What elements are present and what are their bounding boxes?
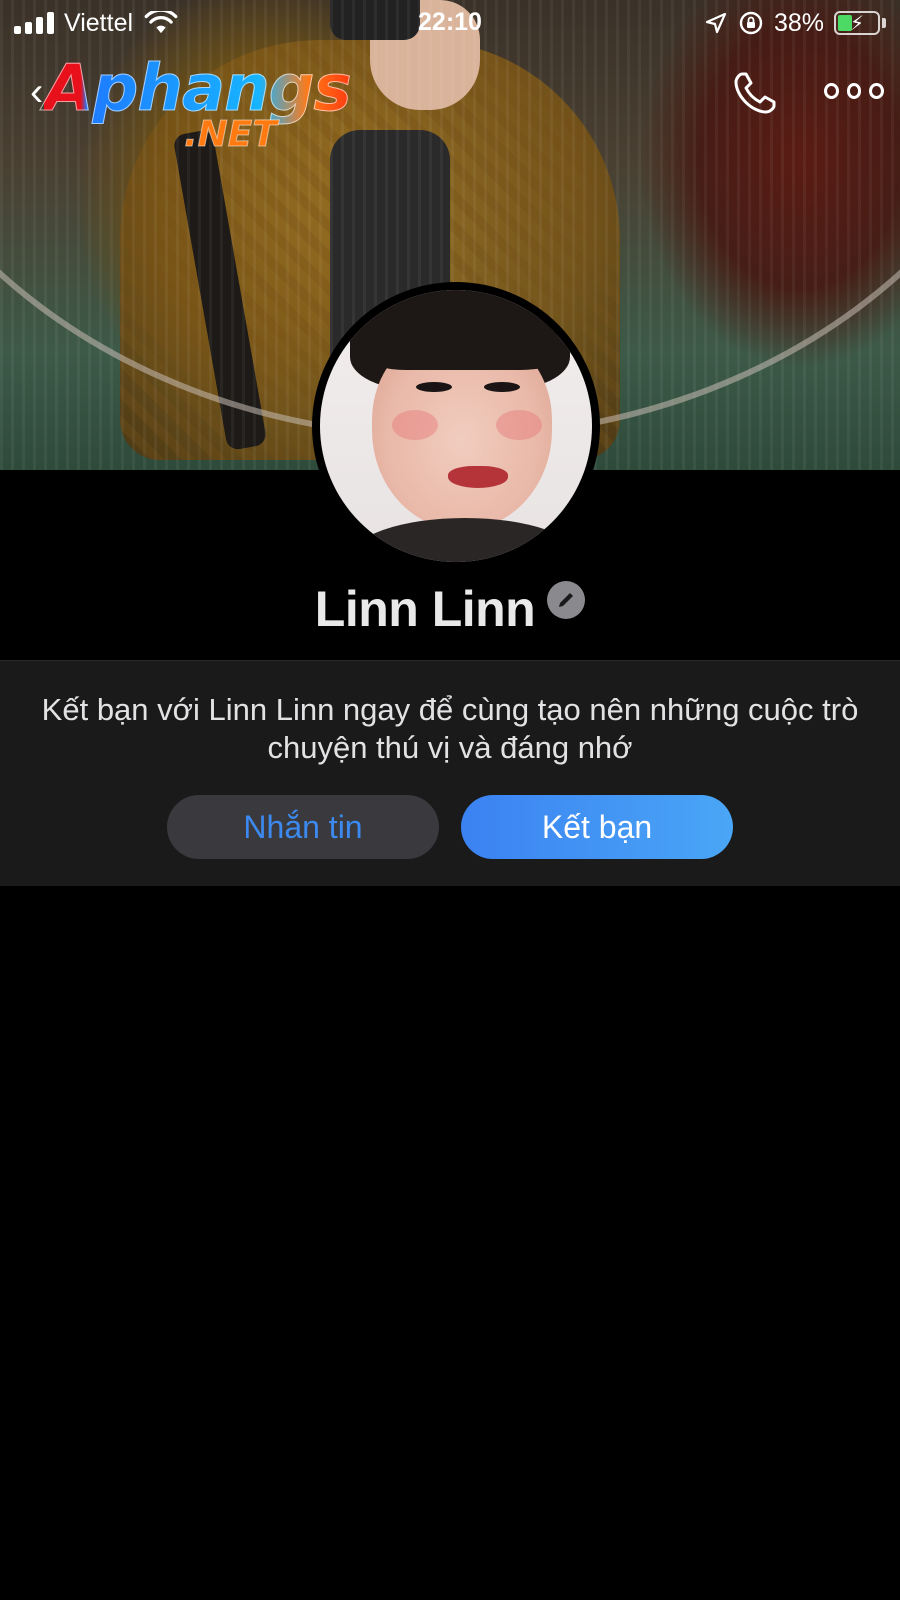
friend-suggestion-panel: Kết bạn với Linn Linn ngay để cùng tạo n…: [0, 660, 900, 886]
message-button[interactable]: Nhắn tin: [167, 795, 439, 859]
rotation-lock-icon: [739, 11, 763, 35]
watermark-logo: Aphangs .NET: [44, 52, 353, 162]
battery-percentage: 38%: [773, 8, 824, 37]
profile-screen: Viettel 22:10 38% ⚡ ‹ Aphangs .NET Linn …: [0, 0, 900, 1600]
status-bar: Viettel 22:10 38% ⚡: [0, 0, 900, 46]
battery-icon: ⚡: [834, 11, 886, 35]
watermark-logo-sub: .NET: [184, 114, 278, 156]
location-arrow-icon: [705, 12, 727, 34]
profile-name-row: Linn Linn: [0, 574, 900, 644]
friend-prompt-text: Kết bạn với Linn Linn ngay để cùng tạo n…: [41, 692, 859, 765]
carrier-name: Viettel: [64, 8, 134, 37]
phone-call-icon[interactable]: [730, 68, 780, 118]
pencil-edit-icon[interactable]: [547, 581, 586, 619]
more-options-icon[interactable]: [824, 76, 885, 106]
back-chevron-icon[interactable]: ‹: [30, 72, 43, 112]
add-friend-button[interactable]: Kết bạn: [461, 795, 733, 859]
wifi-icon: [144, 11, 178, 34]
status-right-group: 38% ⚡: [704, 9, 886, 38]
cellular-signal-icon: [14, 12, 54, 34]
profile-name: Linn Linn: [314, 581, 536, 637]
avatar-photo: [320, 290, 592, 562]
profile-avatar[interactable]: [312, 282, 600, 570]
